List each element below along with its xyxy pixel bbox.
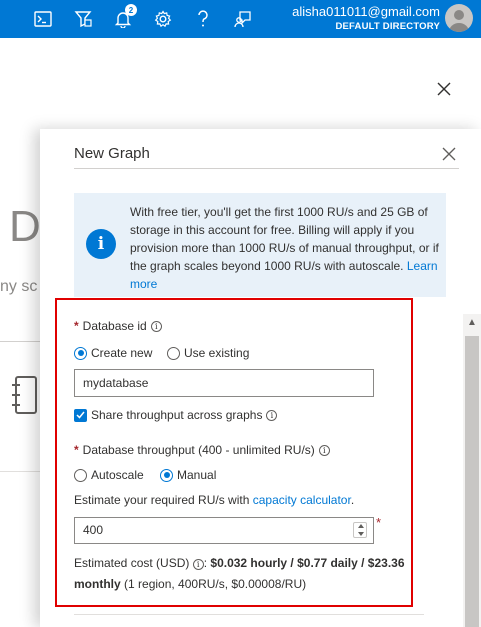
share-throughput-option[interactable]: Share throughput across graphs i xyxy=(74,408,278,422)
database-id-text: Database id xyxy=(82,319,147,333)
avatar[interactable] xyxy=(445,4,473,32)
footer-divider xyxy=(74,614,424,615)
outer-close-icon[interactable] xyxy=(435,80,453,98)
background-text: ny sc xyxy=(0,278,38,295)
background-divider xyxy=(0,341,40,342)
required-asterisk: * xyxy=(74,443,79,457)
info-text: With free tier, you'll get the first 100… xyxy=(130,205,439,273)
use-existing-label: Use existing xyxy=(184,346,250,360)
throughput-label: * Database throughput (400 - unlimited R… xyxy=(74,443,330,457)
estimate-period: . xyxy=(350,493,355,507)
account-info[interactable]: alisha011011@gmail.com DEFAULT DIRECTORY xyxy=(292,4,440,33)
manual-radio[interactable] xyxy=(160,468,173,482)
help-icon[interactable] xyxy=(191,7,215,31)
estimate-prefix: Estimate your required RU/s with xyxy=(74,493,250,507)
cost-info-icon[interactable]: i xyxy=(192,559,204,570)
account-directory: DEFAULT DIRECTORY xyxy=(335,21,440,32)
notification-badge: 2 xyxy=(125,4,137,16)
directory-filter-icon[interactable] xyxy=(71,7,95,31)
share-throughput-info-icon[interactable]: i xyxy=(266,409,278,421)
scrollbar[interactable]: ▲ xyxy=(463,314,481,627)
use-existing-option[interactable]: Use existing xyxy=(167,346,249,360)
throughput-value: 400 xyxy=(83,523,104,537)
throughput-required-asterisk: * xyxy=(376,515,382,530)
top-bar: 2 alisha011011@gmail.com DEFAULT DIRECTO… xyxy=(0,0,481,38)
manual-label: Manual xyxy=(177,468,217,482)
create-new-radio[interactable] xyxy=(74,346,87,360)
share-throughput-label: Share throughput across graphs xyxy=(91,408,263,422)
manual-option[interactable]: Manual xyxy=(160,468,216,482)
capacity-calculator-link[interactable]: capacity calculator xyxy=(253,493,351,507)
required-asterisk: * xyxy=(74,319,79,333)
scroll-up-arrow-icon[interactable]: ▲ xyxy=(467,317,477,328)
settings-icon[interactable] xyxy=(151,7,175,31)
info-icon: i xyxy=(86,229,116,259)
share-throughput-checkbox[interactable] xyxy=(74,408,87,422)
database-id-input[interactable] xyxy=(74,369,374,397)
throughput-spinner[interactable] xyxy=(353,522,367,538)
throughput-info-icon[interactable]: i xyxy=(318,444,330,456)
use-existing-radio[interactable] xyxy=(167,346,180,360)
autoscale-radio[interactable] xyxy=(74,468,87,482)
background-heading: D xyxy=(9,202,41,251)
panel-title: New Graph xyxy=(74,145,150,162)
spin-up-arrow-icon[interactable] xyxy=(358,524,364,528)
database-id-label: * Database id i xyxy=(74,319,162,333)
background-page: D ny sc xyxy=(0,130,41,627)
account-email: alisha011011@gmail.com xyxy=(292,4,440,19)
cost-colon: : xyxy=(203,556,208,570)
throughput-input[interactable]: 400 xyxy=(74,517,374,544)
feedback-icon[interactable] xyxy=(231,7,255,31)
autoscale-option[interactable]: Autoscale xyxy=(74,468,144,482)
panel-divider xyxy=(74,168,459,169)
cloud-shell-icon[interactable] xyxy=(31,7,55,31)
create-new-option[interactable]: Create new xyxy=(74,346,152,360)
database-id-info-icon[interactable]: i xyxy=(150,320,162,332)
cost-label: Estimated cost (USD) xyxy=(74,556,190,570)
cost-detail: (1 region, 400RU/s, $0.00008/RU) xyxy=(124,577,307,591)
create-new-label: Create new xyxy=(91,346,153,360)
autoscale-label: Autoscale xyxy=(91,468,144,482)
free-tier-info-box: i With free tier, you'll get the first 1… xyxy=(74,193,446,297)
close-icon[interactable] xyxy=(441,146,457,162)
throughput-text: Database throughput (400 - unlimited RU/… xyxy=(82,443,315,457)
scroll-thumb[interactable] xyxy=(465,336,479,627)
background-divider-bottom xyxy=(0,471,40,472)
document-icon xyxy=(12,375,38,420)
info-message: With free tier, you'll get the first 100… xyxy=(130,203,442,293)
estimate-text: Estimate your required RU/s with capacit… xyxy=(74,493,354,507)
spin-down-arrow-icon[interactable] xyxy=(358,532,364,536)
notifications-icon[interactable]: 2 xyxy=(111,4,137,31)
estimated-cost: Estimated cost (USD) i: $0.032 hourly / … xyxy=(74,553,406,595)
